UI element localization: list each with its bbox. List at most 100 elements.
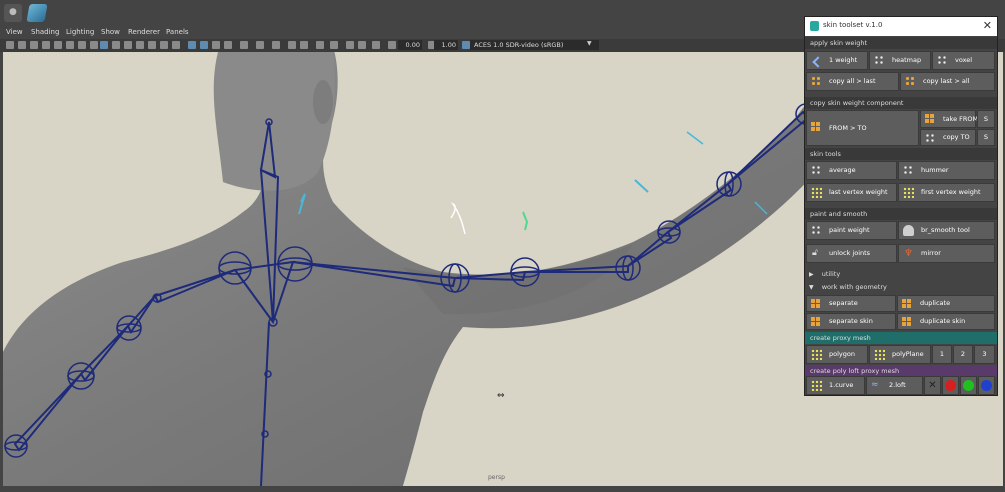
grease-pencil-icon[interactable] <box>330 41 338 49</box>
menu-renderer[interactable]: Renderer <box>128 28 160 36</box>
br-smooth-tool-button[interactable]: br_smooth tool <box>898 221 995 240</box>
screen-space-icon[interactable] <box>300 41 308 49</box>
take-from-label: take FROM <box>943 115 979 123</box>
chevron-right-icon: ▶ <box>809 271 814 278</box>
heatmap-button[interactable]: heatmap <box>869 51 931 70</box>
grid-icon[interactable] <box>54 41 62 49</box>
mirror-button[interactable]: ♆ mirror <box>898 244 995 263</box>
polygon-button[interactable]: polygon <box>806 345 868 364</box>
section-utility-label: utility <box>821 270 841 278</box>
manipulator-white <box>450 202 466 235</box>
average-button[interactable]: average <box>806 161 897 180</box>
last-vertex-weight-button[interactable]: last vertex weight <box>806 183 897 202</box>
take-from-select-button[interactable]: S <box>977 110 995 128</box>
copy-to-select-button[interactable]: S <box>977 129 995 146</box>
close-icon[interactable]: ✕ <box>983 19 992 32</box>
take-from-button[interactable]: take FROM <box>920 110 979 128</box>
menu-show[interactable]: Show <box>101 28 120 36</box>
from-to-button[interactable]: FROM > TO <box>806 110 919 146</box>
depth-of-field-icon[interactable] <box>272 41 280 49</box>
image-plane-icon[interactable] <box>42 41 50 49</box>
separate-skin-icon <box>811 317 822 328</box>
section-work-with-geometry[interactable]: ▼ work with geometry <box>805 281 997 293</box>
film-gate-icon[interactable] <box>66 41 74 49</box>
section-paint-and-smooth[interactable]: paint and smooth <box>805 208 997 220</box>
menu-view[interactable]: View <box>6 28 23 36</box>
menu-panels[interactable]: Panels <box>166 28 189 36</box>
manipulator-cyan-3 <box>686 131 704 145</box>
exposure-icon[interactable] <box>388 41 396 49</box>
lights-icon[interactable] <box>148 41 156 49</box>
menu-lighting[interactable]: Lighting <box>66 28 94 36</box>
section-create-proxy-mesh[interactable]: create proxy mesh <box>805 332 997 344</box>
playblast-icon[interactable] <box>358 41 366 49</box>
first-vertex-weight-icon <box>903 187 914 198</box>
subdivision-2-button[interactable]: 2 <box>953 345 973 364</box>
loft-label: 2.loft <box>889 381 906 389</box>
hummer-button[interactable]: hummer <box>898 161 995 180</box>
curve-button[interactable]: 1.curve <box>806 376 865 395</box>
maya-app-icon[interactable]: ● <box>4 4 22 22</box>
pan-zoom-icon[interactable] <box>316 41 324 49</box>
subdivision-1-button[interactable]: 1 <box>932 345 952 364</box>
blue-color-button[interactable] <box>978 376 995 395</box>
separate-button[interactable]: separate <box>806 295 896 312</box>
paint-weight-button[interactable]: paint weight <box>806 221 897 240</box>
loft-icon: ≈ <box>871 380 879 390</box>
wireframe-icon[interactable] <box>100 41 108 49</box>
maya-logo-icon[interactable] <box>26 4 48 22</box>
camera-attributes-icon[interactable] <box>18 41 26 49</box>
br-smooth-tool-label: br_smooth tool <box>921 226 970 234</box>
shadows-icon[interactable] <box>160 41 168 49</box>
red-color-button[interactable] <box>942 376 959 395</box>
resolution-gate-icon[interactable] <box>78 41 86 49</box>
section-apply-skin-weight[interactable]: apply skin weight <box>805 37 997 49</box>
capture-icon[interactable] <box>346 41 354 49</box>
xray-active-icon[interactable] <box>212 41 220 49</box>
copy-last-all-button[interactable]: copy last > all <box>900 72 995 91</box>
copy-last-all-icon <box>905 76 916 87</box>
manipulator-cyan-2 <box>634 179 649 193</box>
panel-titlebar[interactable]: skin toolset v.1.0 ✕ <box>805 17 997 36</box>
ambient-occlusion-icon[interactable] <box>172 41 180 49</box>
loft-button[interactable]: ≈ 2.loft <box>866 376 923 395</box>
xray-icon[interactable] <box>188 41 196 49</box>
last-vertex-weight-label: last vertex weight <box>829 188 888 196</box>
textured-icon[interactable] <box>136 41 144 49</box>
isolate-select-icon[interactable] <box>224 41 232 49</box>
section-copy-skin-weight-component[interactable]: copy skin weight component <box>805 97 997 109</box>
copy-to-label: copy TO <box>943 133 970 141</box>
green-color-button[interactable] <box>960 376 977 395</box>
first-vertex-weight-button[interactable]: first vertex weight <box>898 183 995 202</box>
hummer-label: hummer <box>921 166 949 174</box>
copy-to-button[interactable]: copy TO <box>920 129 976 146</box>
gate-mask-icon[interactable] <box>90 41 98 49</box>
voxel-button[interactable]: voxel <box>932 51 995 70</box>
anti-aliasing-icon[interactable] <box>256 41 264 49</box>
exposure-value-field[interactable]: 0.00 <box>398 40 422 50</box>
separate-skin-button[interactable]: separate skin <box>806 313 896 330</box>
two-sided-lighting-icon[interactable] <box>372 41 380 49</box>
duplicate-button[interactable]: duplicate <box>897 295 995 312</box>
hummer-icon <box>903 165 914 176</box>
one-weight-button[interactable]: 1 weight <box>806 51 868 70</box>
clear-button[interactable]: ✕ <box>924 376 941 395</box>
polyplane-button[interactable]: polyPlane <box>869 345 931 364</box>
section-skin-tools[interactable]: skin tools <box>805 148 997 160</box>
section-utility[interactable]: ▶ utility <box>805 268 997 280</box>
xray-joints-icon[interactable] <box>200 41 208 49</box>
color-management-dropdown[interactable]: ACES 1.0 SDR-video (sRGB) <box>470 40 599 50</box>
hud-icon[interactable] <box>288 41 296 49</box>
duplicate-skin-button[interactable]: duplicate skin <box>897 313 995 330</box>
wireframe-on-shaded-icon[interactable] <box>124 41 132 49</box>
bookmark-icon[interactable] <box>30 41 38 49</box>
subdivision-3-button[interactable]: 3 <box>974 345 995 364</box>
gamma-value-field[interactable]: 1.00 <box>434 40 458 50</box>
camera-icon[interactable] <box>6 41 14 49</box>
unlock-joints-button[interactable]: 🔓︎ unlock joints <box>806 244 897 263</box>
smooth-shade-icon[interactable] <box>112 41 120 49</box>
motion-blur-icon[interactable] <box>240 41 248 49</box>
color-management-icon[interactable] <box>462 41 470 49</box>
copy-all-last-button[interactable]: copy all > last <box>806 72 899 91</box>
menu-shading[interactable]: Shading <box>31 28 59 36</box>
